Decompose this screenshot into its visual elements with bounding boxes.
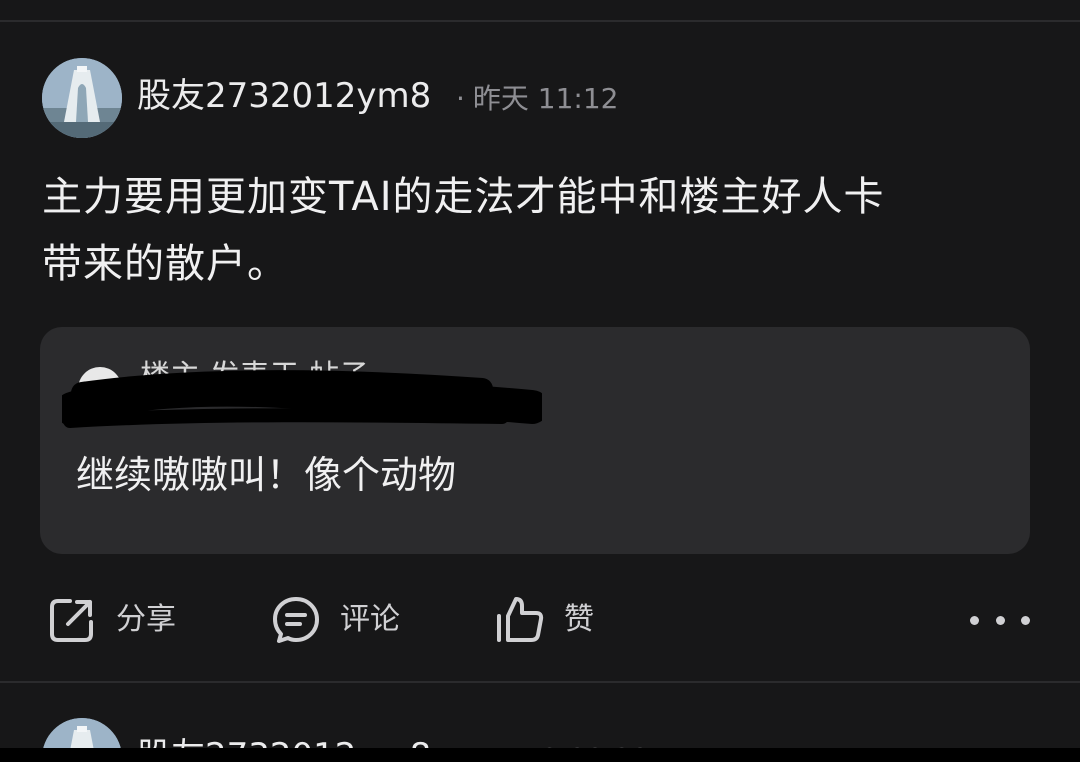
- thumbs-up-icon: [497, 597, 544, 642]
- share-label: 分享: [116, 602, 176, 637]
- post-meta: · 昨天 11:12: [456, 79, 619, 119]
- more-dot-icon: [970, 615, 979, 625]
- more-options-button[interactable]: [970, 602, 1030, 638]
- user-avatar[interactable]: [42, 58, 122, 138]
- meta-separator: ·: [456, 82, 465, 115]
- like-button[interactable]: 赞: [494, 594, 594, 646]
- quoted-comment-text: 继续嗷嗷叫！像个动物: [76, 453, 457, 497]
- action-bar: 分享 评论 赞: [0, 568, 1080, 672]
- comment-icon: [273, 597, 319, 643]
- more-dot-icon: [1021, 615, 1030, 625]
- tower-image-icon: [42, 58, 122, 138]
- feed-screen: 股友2732012ym8 · 昨天 11:12 主力要用更加变TAI的走法才能中和…: [0, 0, 1080, 762]
- bottom-edge-bar: [0, 748, 1080, 762]
- share-icon: [50, 599, 93, 642]
- comment-label: 评论: [340, 602, 400, 637]
- post-timestamp: 昨天 11:12: [472, 82, 619, 115]
- username[interactable]: 股友2732012ym8: [137, 74, 431, 118]
- share-button[interactable]: 分享: [46, 594, 176, 646]
- quoted-comment[interactable]: 楼主 发表于 帖子 继续嗷嗷叫！像个动物: [40, 327, 1030, 554]
- post-divider: [0, 681, 1080, 683]
- like-label: 赞: [564, 602, 594, 637]
- post-content: 主力要用更加变TAI的走法才能中和楼主好人卡 带来的散户。: [42, 174, 885, 287]
- redaction-scribble: [62, 370, 542, 428]
- comment-post: 股友2732012ym8 · 昨天 11:12 主力要用更加变TAI的走法才能中和…: [0, 22, 1080, 682]
- comment-button[interactable]: 评论: [270, 594, 400, 646]
- more-dot-icon: [995, 615, 1005, 625]
